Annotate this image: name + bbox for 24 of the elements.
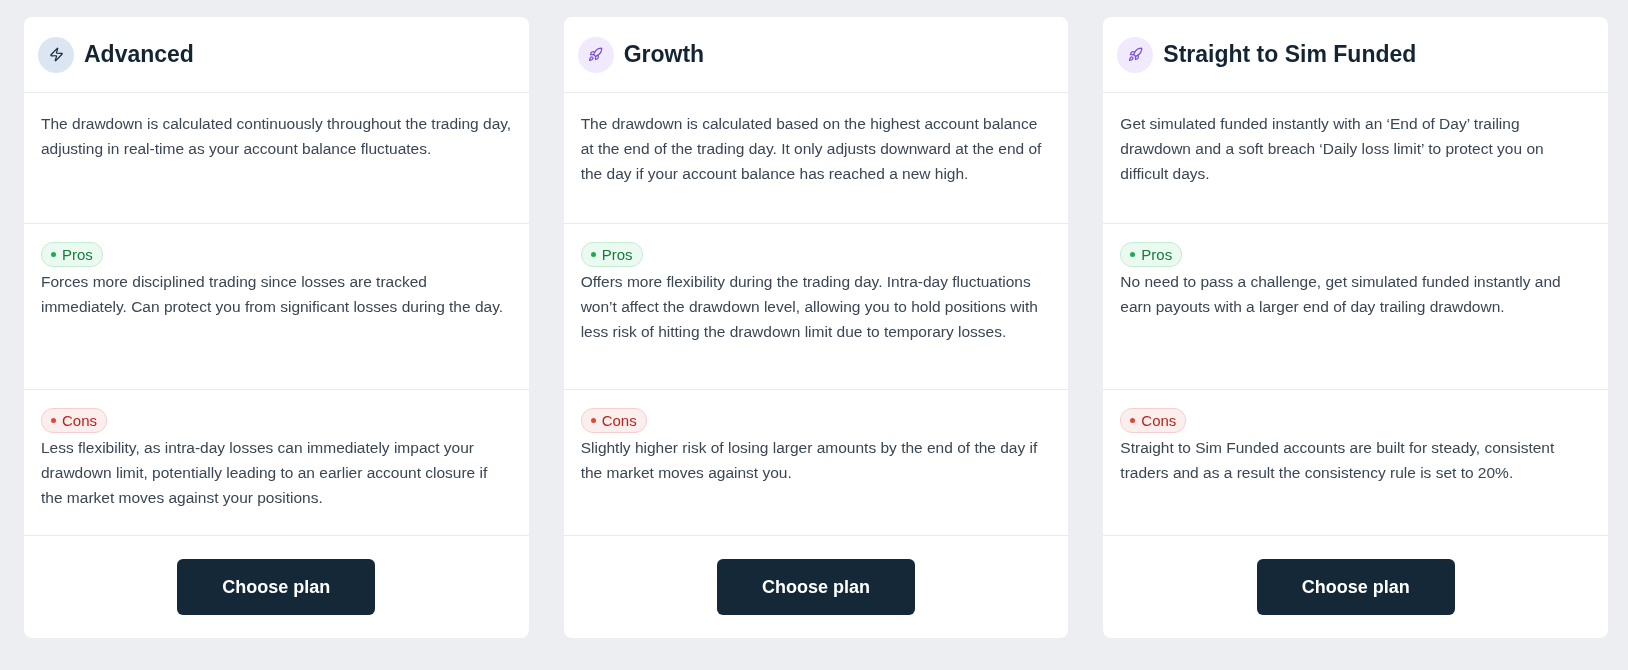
cons-badge: Cons	[1120, 408, 1187, 433]
pros-text: Offers more flexibility during the trading day. Intra-day fluctuations won’t affect the drawdown level, allowing you to hold positions with less risk of hitting the drawdown limit due to temporary losses.	[580, 272, 1039, 342]
lightning-icon	[48, 47, 64, 62]
pros-text: No need to pass a challenge, get simulated funded instantly and earn payouts with a larger end of day trailing drawdown.	[1120, 272, 1562, 317]
pros-badge: Pros	[1120, 242, 1183, 267]
choose-plan-button[interactable]: Choose plan	[717, 559, 915, 615]
plan-description: The drawdown is calculated continuously throughout the trading day, adjusting in real-time as your account balance fluctuates.	[41, 114, 512, 159]
plan-description: Get simulated funded instantly with an ‘End of Day’ trailing drawdown and a soft breach ‘Daily loss limit’ to protect you on difficult days.	[1120, 114, 1545, 184]
cons-text: Less flexibility, as intra-day losses can immediately impact your drawdown limit, potentially leading to an earlier account closure if the market moves against your positions.	[41, 438, 489, 508]
cons-text: Slightly higher risk of losing larger amounts by the end of the day if the market moves against you.	[580, 438, 1039, 483]
plan-title: Straight to Sim Funded	[1163, 41, 1417, 68]
rocket-icon	[588, 47, 604, 62]
cons-badge: Cons	[41, 408, 108, 433]
choose-plan-button[interactable]: Choose plan	[177, 559, 376, 615]
choose-plan-button[interactable]: Choose plan	[1256, 559, 1455, 615]
pros-badge: Pros	[41, 242, 103, 267]
plan-title: Growth	[623, 41, 705, 68]
plan-description: The drawdown is calculated based on the highest account balance at the end of the trading day. It only adjusts downward at the end of the day if your account balance has reached a new high.	[580, 114, 1043, 184]
pros-text: Forces more disciplined trading since losses are tracked immediately. Can protect you from significant losses during the day.	[41, 272, 505, 317]
cons-text: Straight to Sim Funded accounts are built for steady, consistent traders and as a result the consistency rule is set to 20%.	[1120, 438, 1556, 483]
rocket-icon	[1127, 47, 1143, 62]
cons-badge: Cons	[580, 408, 647, 433]
pros-badge: Pros	[580, 242, 643, 267]
plan-title: Advanced	[84, 41, 194, 68]
